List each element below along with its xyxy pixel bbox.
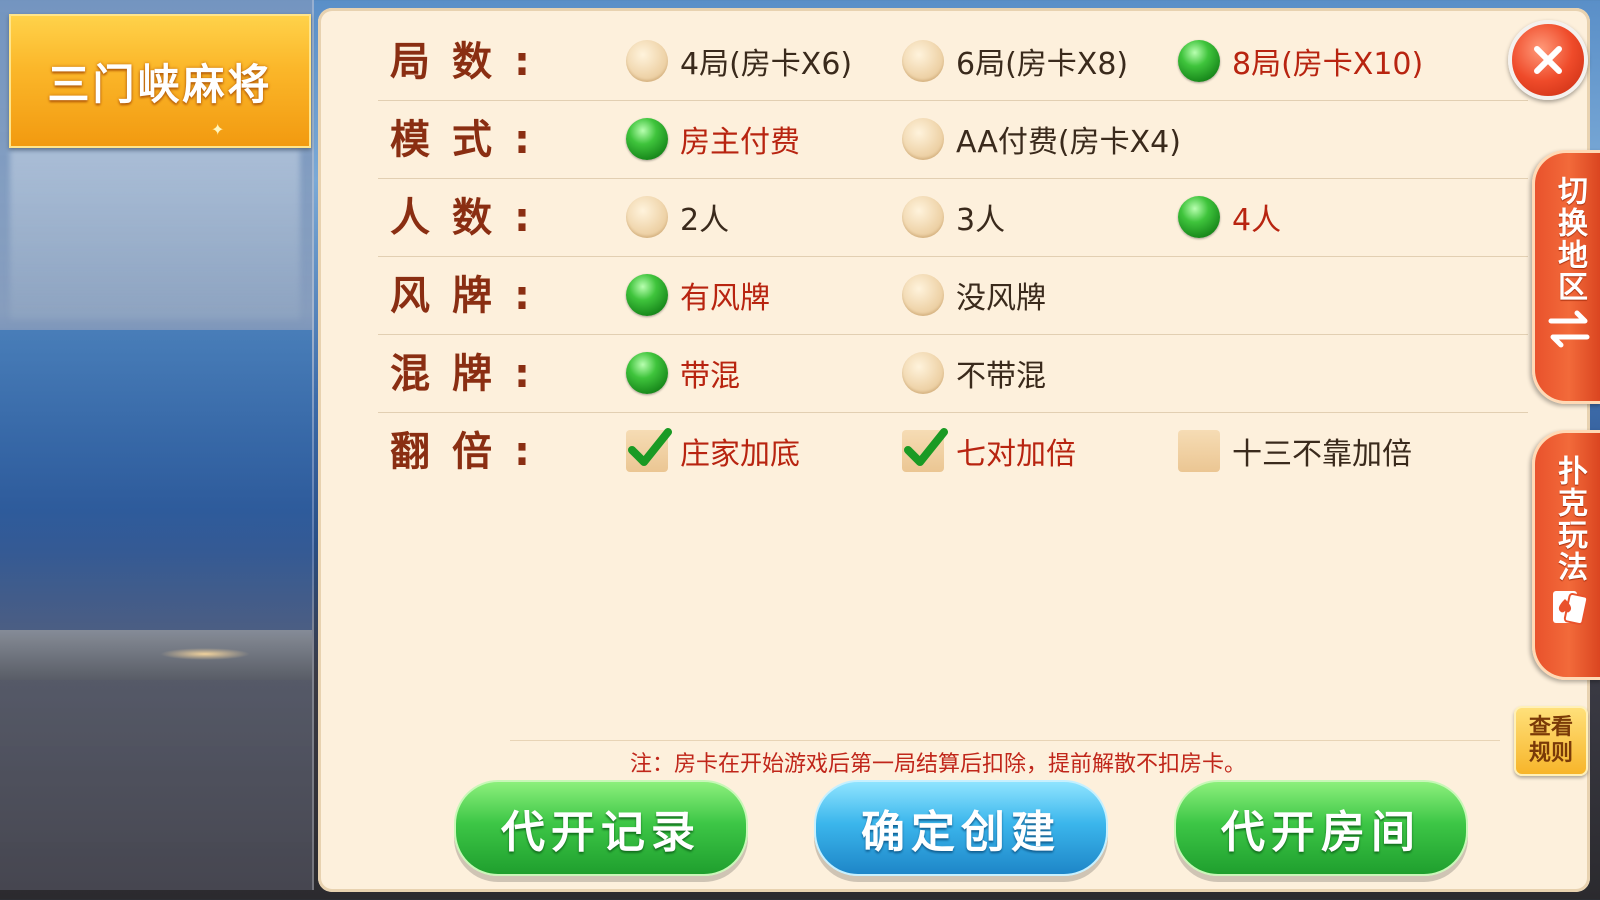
radio-option[interactable]: 4局(房卡X6) — [626, 22, 852, 100]
row-label: 模式: — [390, 117, 552, 163]
background-rail — [0, 630, 312, 680]
radio-unchecked-icon[interactable] — [902, 40, 944, 82]
option-row: 混牌: 带混 不带混 — [378, 334, 1528, 413]
option-row: 翻倍: 庄家加底 七对加倍 十三不靠加倍 — [378, 412, 1528, 490]
sparkle-icon: ✦ — [211, 120, 225, 139]
poker-play-label: 扑克玩法 — [1552, 455, 1587, 583]
option-label: 没风牌 — [956, 281, 1046, 316]
option-label: 8局(房卡X10) — [1232, 47, 1424, 82]
proxy-records-button[interactable]: 代开记录 — [454, 780, 748, 876]
option-row: 模式: 房主付费 AA付费(房卡X4) — [378, 100, 1528, 179]
radio-unchecked-icon[interactable] — [902, 118, 944, 160]
close-button[interactable] — [1508, 20, 1588, 100]
poker-play-tab[interactable]: 扑克玩法 — [1532, 430, 1600, 680]
checkbox-option[interactable]: 十三不靠加倍 — [1178, 412, 1412, 490]
option-row: 局数: 4局(房卡X6) 6局(房卡X8) 8局(房卡X10) — [378, 22, 1528, 101]
radio-option[interactable]: 8局(房卡X10) — [1178, 22, 1423, 100]
radio-option[interactable]: AA付费(房卡X4) — [902, 100, 1181, 178]
radio-option[interactable]: 房主付费 — [626, 100, 800, 178]
option-label: AA付费(房卡X4) — [956, 125, 1181, 160]
option-label: 6局(房卡X8) — [956, 47, 1129, 82]
row-label: 混牌: — [390, 351, 552, 397]
radio-option[interactable]: 2人 — [626, 178, 729, 256]
radio-checked-icon[interactable] — [626, 352, 668, 394]
room-card-note: 注：房卡在开始游戏后第一局结算后扣除，提前解散不扣房卡。 — [630, 752, 1247, 777]
radio-option[interactable]: 有风牌 — [626, 256, 770, 334]
radio-checked-icon[interactable] — [626, 118, 668, 160]
game-tab-sanmenxia[interactable]: 三门峡麻将 ✦ — [9, 14, 311, 148]
option-label: 4局(房卡X6) — [680, 47, 853, 82]
switch-region-label: 切换地区 — [1552, 175, 1587, 303]
radio-checked-icon[interactable] — [626, 274, 668, 316]
option-label: 七对加倍 — [956, 437, 1076, 472]
radio-unchecked-icon[interactable] — [902, 196, 944, 238]
radio-option[interactable]: 没风牌 — [902, 256, 1046, 334]
checkbox-option[interactable]: 七对加倍 — [902, 412, 1076, 490]
option-label: 不带混 — [956, 359, 1046, 394]
background-water — [0, 330, 312, 630]
confirm-create-button[interactable]: 确定创建 — [814, 780, 1108, 876]
divider — [510, 740, 1500, 741]
proxy-room-button[interactable]: 代开房间 — [1174, 780, 1468, 876]
checkbox-option[interactable]: 庄家加底 — [626, 412, 800, 490]
left-panel: 三门峡麻将 ✦ — [0, 0, 314, 890]
background-buildings — [10, 150, 300, 320]
row-label: 翻倍: — [390, 429, 552, 475]
option-row: 风牌: 有风牌 没风牌 — [378, 256, 1528, 335]
close-icon — [1534, 46, 1562, 74]
swap-arrows-icon — [1548, 310, 1590, 348]
radio-unchecked-icon[interactable] — [902, 352, 944, 394]
radio-option[interactable]: 6局(房卡X8) — [902, 22, 1128, 100]
row-label: 风牌: — [390, 273, 552, 319]
radio-unchecked-icon[interactable] — [626, 40, 668, 82]
radio-option[interactable]: 带混 — [626, 334, 740, 412]
radio-option[interactable]: 4人 — [1178, 178, 1281, 256]
checkbox-checked-icon[interactable] — [626, 428, 672, 472]
option-label: 带混 — [680, 359, 740, 394]
row-label: 局数: — [390, 39, 552, 85]
option-label: 庄家加底 — [680, 437, 800, 472]
radio-option[interactable]: 不带混 — [902, 334, 1046, 412]
background-light — [160, 648, 250, 660]
option-label: 2人 — [680, 203, 730, 238]
switch-region-tab[interactable]: 切换地区 — [1532, 150, 1600, 404]
option-label: 十三不靠加倍 — [1232, 437, 1412, 472]
option-label: 4人 — [1232, 203, 1282, 238]
game-tab-label: 三门峡麻将 — [47, 59, 273, 109]
option-label: 房主付费 — [680, 125, 800, 160]
radio-checked-icon[interactable] — [1178, 196, 1220, 238]
radio-unchecked-icon[interactable] — [626, 196, 668, 238]
checkbox-checked-icon[interactable] — [902, 428, 948, 472]
playing-cards-icon — [1553, 591, 1589, 626]
view-rules-button[interactable]: 查看 规则 — [1514, 706, 1588, 776]
option-label: 有风牌 — [680, 281, 770, 316]
checkbox-unchecked-icon[interactable] — [1178, 430, 1220, 472]
option-row: 人数: 2人 3人 4人 — [378, 178, 1528, 257]
radio-checked-icon[interactable] — [1178, 40, 1220, 82]
option-label: 3人 — [956, 203, 1006, 238]
row-label: 人数: — [390, 195, 552, 241]
radio-unchecked-icon[interactable] — [902, 274, 944, 316]
radio-option[interactable]: 3人 — [902, 178, 1005, 256]
